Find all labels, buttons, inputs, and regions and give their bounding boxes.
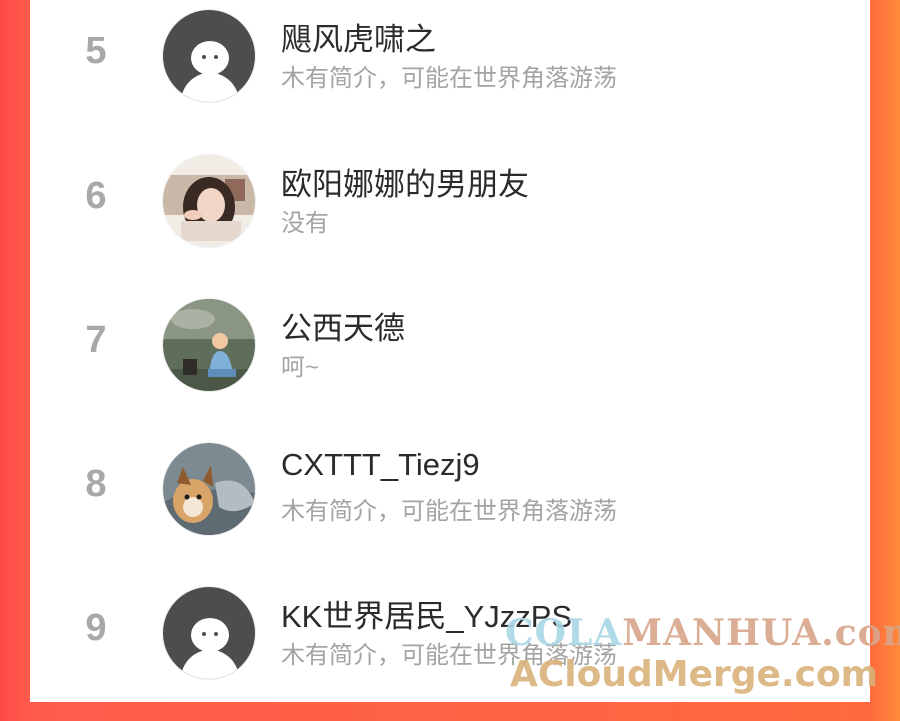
watermark: ACloudMerge.com — [510, 654, 879, 695]
photo-avatar-icon[interactable] — [162, 442, 256, 536]
user-name[interactable]: 欧阳娜娜的男朋友 — [281, 159, 529, 204]
list-item[interactable]: 8 CXTTT_Tiezj9 木有简介，可能在世界角落游荡 — [30, 433, 870, 577]
rank-number: 9 — [85, 607, 107, 649]
photo-avatar-icon[interactable] — [162, 298, 256, 392]
watermark-suffix: MANHUA.com — [622, 612, 900, 654]
user-bio: 木有简介，可能在世界角落游荡 — [281, 65, 617, 92]
list-item[interactable]: 7 公西天德 呵~ — [30, 289, 870, 433]
rank-number: 8 — [85, 463, 107, 505]
user-name[interactable]: CXTTT_Tiezj9 — [281, 447, 480, 483]
photo-avatar-icon[interactable] — [162, 154, 256, 248]
user-name[interactable]: 公西天德 — [281, 303, 405, 348]
user-name[interactable]: 飓风虎啸之 — [281, 14, 436, 59]
ranking-panel: 5 飓风虎啸之 木有简介，可能在世界角落游荡 6 欧阳娜娜的男朋友 没有 7 公… — [30, 0, 870, 702]
watermark: COLAMANHUA.com — [505, 612, 900, 654]
default-avatar-icon[interactable] — [162, 9, 256, 103]
rank-number: 7 — [85, 319, 107, 361]
list-item[interactable]: 5 飓风虎啸之 木有简介，可能在世界角落游荡 — [30, 0, 870, 144]
list-item[interactable]: 6 欧阳娜娜的男朋友 没有 — [30, 145, 870, 289]
rank-number: 6 — [85, 175, 107, 217]
default-avatar-icon[interactable] — [162, 586, 256, 680]
rank-number: 5 — [85, 30, 107, 72]
watermark-prefix: COLA — [505, 612, 623, 654]
user-bio: 没有 — [281, 210, 329, 237]
user-bio: 呵~ — [281, 354, 320, 381]
user-bio: 木有简介，可能在世界角落游荡 — [281, 498, 617, 525]
